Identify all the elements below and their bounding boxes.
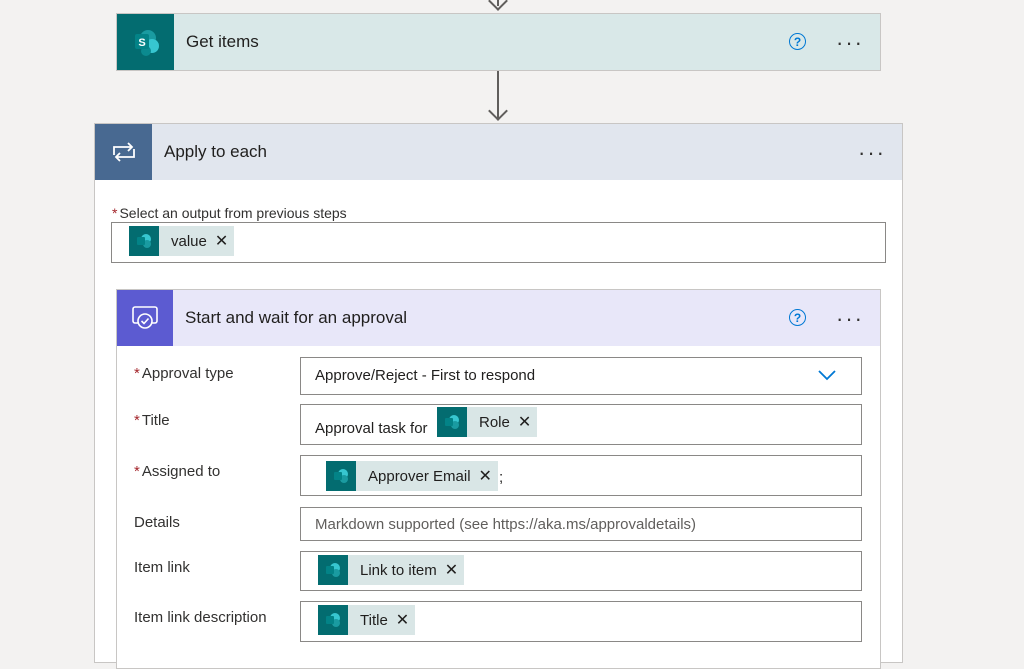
apply-to-each-header[interactable]: Apply to each bbox=[95, 124, 902, 180]
assigned-to-label: * Assigned to bbox=[134, 463, 221, 480]
connector-arrowhead-top bbox=[488, 0, 508, 11]
approval-title: Start and wait for an approval bbox=[185, 308, 408, 327]
approver-email-token[interactable]: Approver Email ✕ bbox=[326, 461, 498, 491]
sharepoint-icon bbox=[318, 605, 348, 635]
required-mark: * bbox=[112, 205, 118, 221]
item-link-label: Item link bbox=[134, 559, 190, 576]
title-token-label: Title bbox=[360, 611, 388, 629]
sharepoint-icon bbox=[129, 226, 159, 256]
remove-token-icon[interactable]: ✕ bbox=[479, 466, 492, 486]
get-items-card[interactable]: S Get items bbox=[116, 13, 881, 71]
more-options-icon[interactable]: ··· bbox=[858, 142, 886, 164]
link-to-item-token[interactable]: Link to item ✕ bbox=[318, 555, 465, 585]
more-options-icon[interactable]: ··· bbox=[836, 308, 864, 330]
loop-icon bbox=[95, 124, 152, 180]
sharepoint-icon bbox=[318, 555, 348, 585]
sharepoint-icon: S bbox=[117, 14, 174, 70]
help-icon[interactable]: ? bbox=[789, 309, 806, 326]
svg-text:S: S bbox=[138, 37, 145, 49]
details-placeholder: Markdown supported (see https://aka.ms/a… bbox=[315, 516, 697, 533]
approval-icon bbox=[117, 290, 173, 346]
approval-header[interactable]: Start and wait for an approval bbox=[117, 290, 880, 346]
details-label: Details bbox=[134, 514, 180, 531]
item-link-description-label: Item link description bbox=[134, 609, 267, 626]
approval-type-value: Approve/Reject - First to respond bbox=[315, 367, 536, 384]
role-token[interactable]: Role ✕ bbox=[437, 407, 538, 437]
get-items-title: Get items bbox=[186, 32, 259, 51]
value-token-label: value bbox=[171, 232, 207, 250]
title-prefix-text: Approval task for bbox=[315, 420, 428, 437]
more-options-icon[interactable]: ··· bbox=[836, 32, 864, 54]
sharepoint-icon bbox=[326, 461, 356, 491]
sharepoint-icon bbox=[437, 407, 467, 437]
title-token[interactable]: Title ✕ bbox=[318, 605, 416, 635]
remove-token-icon[interactable]: ✕ bbox=[215, 231, 228, 251]
remove-token-icon[interactable]: ✕ bbox=[518, 412, 531, 432]
value-token[interactable]: value ✕ bbox=[129, 226, 235, 256]
chevron-down-icon[interactable] bbox=[818, 369, 836, 381]
approver-email-token-label: Approver Email bbox=[368, 467, 471, 485]
title-label: * Title bbox=[134, 412, 170, 429]
connector-arrowhead bbox=[488, 101, 508, 121]
remove-token-icon[interactable]: ✕ bbox=[396, 610, 409, 630]
select-output-label: * Select an output from previous steps bbox=[112, 205, 347, 221]
apply-to-each-title: Apply to each bbox=[164, 142, 268, 161]
link-to-item-token-label: Link to item bbox=[360, 561, 437, 579]
approval-type-label: * Approval type bbox=[134, 365, 234, 382]
role-token-label: Role bbox=[479, 413, 510, 431]
remove-token-icon[interactable]: ✕ bbox=[445, 560, 458, 580]
help-icon[interactable]: ? bbox=[789, 33, 806, 50]
assigned-to-separator: ; bbox=[499, 469, 504, 486]
